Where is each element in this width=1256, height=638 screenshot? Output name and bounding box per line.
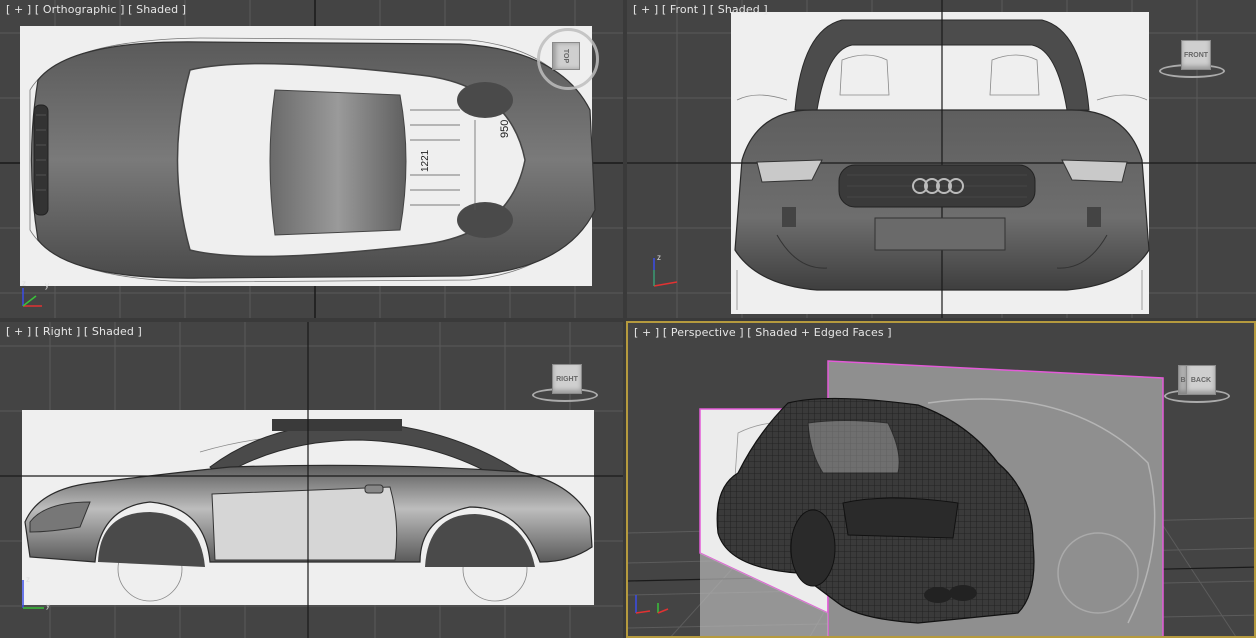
axis-label-z: z [22, 279, 26, 288]
car-top-model: 950 1221 [29, 37, 596, 283]
viewport-right[interactable]: [ + ] [ Right ] [ Shaded ] RIGHT z y [0, 322, 623, 638]
viewport-front[interactable]: [ + ] [ Front ] [ Shaded ] FRONT z [627, 0, 1256, 318]
viewport-label-top[interactable]: [ + ] [ Orthographic ] [ Shaded ] [6, 3, 186, 16]
viewcube-face-front[interactable]: FRONT [1181, 40, 1211, 70]
axis-label-z: z [26, 575, 30, 584]
viewport-label-front[interactable]: [ + ] [ Front ] [ Shaded ] [633, 3, 768, 16]
viewcube-face-top[interactable]: TOP [552, 42, 580, 70]
viewcube-perspective[interactable]: B BACK [1158, 361, 1238, 406]
axis-tripod-perspective [635, 595, 669, 614]
viewcube-face-back[interactable]: BACK [1186, 365, 1216, 395]
axis-tripod-top: z y [22, 279, 49, 307]
viewport-top[interactable]: 950 1221 [ + ] [ Orthographic ] [ Shaded… [0, 0, 623, 318]
viewcube-right[interactable]: RIGHT [530, 360, 600, 405]
viewport-perspective[interactable]: [ + ] [ Perspective ] [ Shaded + Edged F… [626, 321, 1256, 638]
dimension-950: 950 [499, 120, 511, 138]
viewcube-top[interactable]: TOP [535, 22, 605, 92]
axis-tripod-front: z [653, 253, 678, 287]
viewport-label-perspective[interactable]: [ + ] [ Perspective ] [ Shaded + Edged F… [634, 326, 892, 339]
axis-tripod-right: z y [22, 575, 50, 610]
axis-label-y: y [46, 601, 50, 610]
viewcube-face-right[interactable]: RIGHT [552, 364, 582, 394]
viewport-label-right[interactable]: [ + ] [ Right ] [ Shaded ] [6, 325, 142, 338]
axis-label-z: z [657, 253, 661, 262]
dimension-1221: 1221 [420, 149, 431, 172]
viewcube-front[interactable]: FRONT [1157, 36, 1227, 81]
axis-label-y: y [45, 281, 49, 290]
